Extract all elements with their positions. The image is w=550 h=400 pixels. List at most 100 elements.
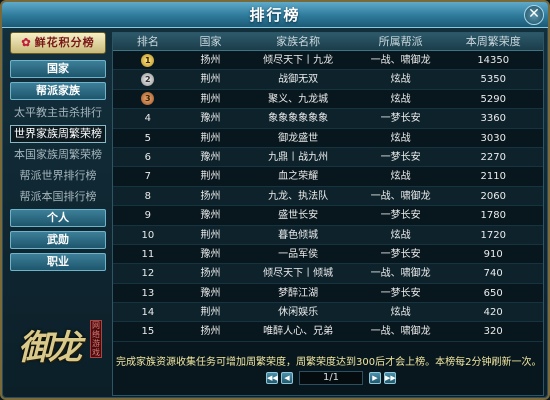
rank-cell: 15: [141, 326, 155, 338]
prosperity-cell: 650: [483, 287, 503, 299]
bronze-medal-icon: 3: [141, 92, 155, 106]
family-name-cell: 九鼎丨战九州: [268, 151, 329, 163]
sidebar-item-personal[interactable]: 个人: [10, 209, 106, 227]
table-row[interactable]: 7 荆州 血之荣耀 炫战 2110: [113, 167, 543, 187]
country-cell: 扬州: [200, 268, 221, 280]
faction-cell: 一梦长安: [380, 113, 421, 125]
family-name-cell: 战御无双: [278, 74, 319, 86]
table-row[interactable]: 13 豫州 梦醉江湖 一梦长安 650: [113, 284, 543, 304]
faction-cell: 一梦长安: [380, 248, 421, 260]
family-name-cell: 唯醉人心、兄弟: [263, 326, 334, 338]
pagination: ◀◀ ◀ 1/1 ▶ ▶▶: [266, 371, 399, 385]
rank-cell: 9: [144, 210, 152, 222]
table-row[interactable]: 3 荆州 聚义、九龙城 炫战 5290: [113, 90, 543, 110]
ranking-table: 排名 国家 家族名称 所属帮派 本周繁荣度 1 扬州 倾尽天下丨九龙 一战、啸御龙 14…: [112, 32, 544, 396]
silver-medal-icon: 2: [141, 72, 155, 86]
rank-cell: 11: [141, 248, 155, 260]
sidebar-item-taiping-kill-rank[interactable]: 太平教主击杀排行: [10, 104, 106, 122]
rank-cell: 7: [144, 171, 152, 183]
next-page-button[interactable]: ▶: [369, 372, 381, 384]
table-row[interactable]: 5 荆州 御龙盛世 炫战 3030: [113, 129, 543, 148]
family-name-cell: 倾尽天下丨倾城: [263, 268, 334, 280]
family-name-cell: 暮色倾城: [278, 229, 319, 241]
table-row[interactable]: 6 豫州 九鼎丨战九州 一梦长安 2270: [113, 147, 543, 168]
faction-cell: 一战、啸御龙: [370, 268, 431, 280]
rank-cell: 6: [144, 151, 152, 163]
country-cell: 豫州: [200, 210, 221, 222]
rank-cell: 4: [144, 113, 152, 125]
table-row[interactable]: 4 豫州 象象象象象象 一梦长安 3360: [113, 109, 543, 129]
table-row[interactable]: 12 扬州 倾尽天下丨倾城 一战、啸御龙 740: [113, 264, 543, 284]
sidebar-item-country[interactable]: 国家: [10, 60, 106, 78]
table-body: 1 扬州 倾尽天下丨九龙 一战、啸御龙 14350 2 荆州 战御无双 炫战 5350 3 荆州 聚义、…: [113, 51, 543, 342]
faction-cell: 炫战: [390, 307, 411, 319]
family-name-cell: 象象象象象象: [268, 113, 329, 125]
logo-tag: 网络游戏: [90, 320, 102, 358]
close-button[interactable]: ✕: [524, 5, 544, 25]
faction-cell: 一梦长安: [380, 287, 421, 299]
last-page-button[interactable]: ▶▶: [384, 372, 396, 384]
notice-text: 完成家族资源收集任务可增加周繁荣度，周繁荣度达到300后才会上榜。本榜每2分钟刷…: [116, 357, 542, 368]
country-cell: 荆州: [200, 307, 221, 319]
family-name-cell: 倾尽天下丨九龙: [263, 55, 334, 66]
table-row[interactable]: 2 荆州 战御无双 炫战 5350: [113, 70, 543, 90]
header-family-name: 家族名称: [276, 35, 321, 48]
rank-cell: 1: [113, 51, 183, 69]
prosperity-cell: 3030: [480, 132, 506, 144]
family-name-cell: 盛世长安: [278, 210, 319, 222]
table-row[interactable]: 14 荆州 休闲娱乐 炫战 420: [113, 303, 543, 323]
table-row[interactable]: 8 扬州 九龙、执法队 一战、啸御龙 2060: [113, 186, 543, 207]
sidebar-item-military-merit[interactable]: 武勋: [10, 231, 106, 249]
faction-cell: 一战、啸御龙: [370, 326, 431, 338]
country-cell: 豫州: [200, 248, 221, 260]
sidebar-item-local-family-weekly[interactable]: 本国家族周繁荣榜: [10, 146, 106, 164]
family-name-cell: 九龙、执法队: [268, 190, 329, 202]
faction-cell: 炫战: [390, 74, 411, 86]
sidebar-item-faction-local-rank[interactable]: 帮派本国排行榜: [10, 188, 106, 206]
table-row[interactable]: 11 豫州 一品军侯 一梦长安 910: [113, 245, 543, 265]
faction-cell: 一战、啸御龙: [370, 190, 431, 202]
table-row[interactable]: 10 荆州 暮色倾城 炫战 1720: [113, 225, 543, 245]
badge-label: 鲜花积分榜: [34, 36, 95, 49]
family-name-cell: 御龙盛世: [278, 132, 319, 144]
first-page-button[interactable]: ◀◀: [266, 372, 278, 384]
rank-cell: 2: [113, 70, 183, 88]
sidebar-nav: 国家 帮派家族 太平教主击杀排行 世界家族周繁荣榜 本国家族周繁荣榜 帮派世界排…: [8, 60, 108, 271]
ranking-window: 排行榜 ✕ ✿ 鲜花积分榜 国家 帮派家族 太平教主击杀排行 世界家族周繁荣榜 本…: [0, 0, 550, 400]
sidebar-item-world-family-weekly[interactable]: 世界家族周繁荣榜: [10, 125, 106, 143]
rose-icon: ✿: [21, 36, 32, 49]
prosperity-cell: 2110: [480, 171, 506, 183]
prosperity-cell: 5290: [480, 93, 506, 105]
header-rank: 排名: [136, 35, 159, 48]
sidebar-item-profession[interactable]: 职业: [10, 253, 106, 271]
faction-cell: 一梦长安: [380, 210, 421, 222]
header-faction: 所属帮派: [378, 35, 423, 48]
sidebar-item-faction-world-rank[interactable]: 帮派世界排行榜: [10, 167, 106, 185]
table-row[interactable]: 9 豫州 盛世长安 一梦长安 1780: [113, 206, 543, 226]
country-cell: 扬州: [200, 190, 221, 202]
prosperity-cell: 320: [483, 326, 503, 338]
faction-cell: 炫战: [390, 171, 411, 183]
prosperity-cell: 5350: [480, 74, 506, 86]
family-name-cell: 聚义、九龙城: [268, 93, 329, 105]
country-cell: 扬州: [200, 326, 221, 338]
game-logo: 御龙 网络游戏: [8, 314, 104, 376]
flower-score-board-button[interactable]: ✿ 鲜花积分榜: [10, 32, 106, 54]
rank-cell: 12: [141, 268, 155, 280]
faction-cell: 一梦长安: [380, 151, 421, 163]
family-name-cell: 休闲娱乐: [278, 307, 319, 319]
rank-cell: 13: [141, 287, 155, 299]
prosperity-cell: 1720: [480, 229, 506, 241]
window-title: 排行榜: [249, 6, 301, 24]
rank-cell: 3: [113, 90, 183, 108]
table-row[interactable]: 1 扬州 倾尽天下丨九龙 一战、啸御龙 14350: [113, 51, 543, 71]
country-cell: 荆州: [200, 132, 221, 144]
prev-page-button[interactable]: ◀: [281, 372, 293, 384]
table-row[interactable]: 15 扬州 唯醉人心、兄弟 一战、啸御龙 320: [113, 322, 543, 342]
country-cell: 荆州: [200, 229, 221, 241]
faction-cell: 炫战: [390, 229, 411, 241]
sidebar-item-faction-family[interactable]: 帮派家族: [10, 82, 106, 100]
country-cell: 荆州: [200, 171, 221, 183]
header-country: 国家: [199, 35, 222, 48]
logo-text: 御龙: [18, 328, 82, 368]
